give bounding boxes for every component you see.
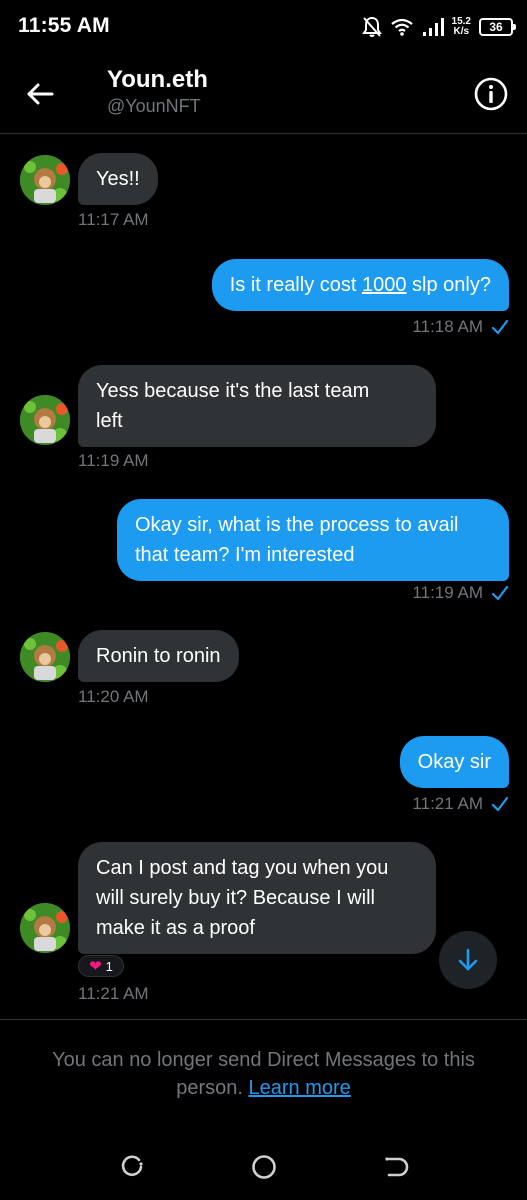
back-nav-button[interactable]	[381, 1152, 411, 1182]
message-line: Okay sir, what is the process to avail	[135, 514, 459, 536]
notice-text: person.	[176, 1077, 243, 1099]
status-icons: 15.2 K/s 36	[361, 13, 516, 41]
message-text: Okay sir	[417, 751, 491, 773]
reaction-count: 1	[105, 958, 113, 974]
network-speed-unit: K/s	[453, 26, 470, 37]
display-name: Youn.eth	[107, 66, 208, 93]
recents-icon	[121, 1155, 143, 1177]
back-nav-icon	[385, 1157, 409, 1177]
scroll-to-bottom-button[interactable]	[439, 931, 497, 989]
dm-disabled-notice: You can no longer send Direct Messages t…	[30, 1046, 497, 1102]
message-number-link[interactable]: 1000	[362, 274, 407, 296]
status-time: 11:55 AM	[18, 14, 110, 37]
avatar[interactable]	[20, 395, 70, 445]
message-bubble-outgoing[interactable]: Okay sir, what is the process to avail t…	[117, 499, 509, 581]
battery-icon: 36	[479, 18, 516, 36]
message-bubble-outgoing[interactable]: Is it really cost 1000 slp only?	[211, 259, 509, 311]
conversation-header: Youn.eth @YounNFT	[0, 52, 527, 134]
learn-more-link[interactable]: Learn more	[249, 1077, 351, 1099]
avatar[interactable]	[20, 155, 70, 205]
message-time: 11:21 AM	[412, 794, 483, 813]
message-text: Is it really cost	[229, 274, 362, 296]
home-icon	[252, 1155, 276, 1179]
message-text: Ronin to ronin	[96, 645, 221, 667]
home-button[interactable]	[249, 1152, 279, 1182]
message-time: 11:19 AM	[78, 451, 149, 470]
recents-button[interactable]	[117, 1152, 147, 1182]
message-time: 11:19 AM	[412, 583, 483, 602]
read-check-icon	[491, 585, 509, 601]
battery-level: 36	[489, 20, 503, 34]
heart-icon: ❤	[89, 957, 102, 975]
message-text: Yes!!	[96, 168, 140, 190]
avatar[interactable]	[20, 903, 70, 953]
arrow-down-icon	[458, 948, 478, 971]
message-line: make it as a proof	[96, 917, 255, 939]
wifi-icon	[390, 18, 413, 36]
status-bar: 11:55 AM 15.2 K/s 36	[0, 0, 527, 52]
message-time: 11:17 AM	[78, 210, 149, 229]
message-meta: 11:19 AM	[412, 583, 509, 603]
back-arrow-icon	[27, 83, 54, 105]
signal-icon	[422, 18, 444, 36]
divider	[0, 1019, 527, 1020]
message-line: left	[96, 410, 123, 432]
message-line: Yess because it's the last team	[96, 380, 370, 402]
message-time: 11:18 AM	[412, 317, 483, 336]
avatar[interactable]	[20, 632, 70, 682]
read-check-icon	[491, 796, 509, 812]
conversation-title[interactable]: Youn.eth @YounNFT	[107, 66, 208, 117]
network-speed: 15.2 K/s	[452, 17, 471, 37]
message-bubble-incoming[interactable]: Yes!!	[78, 153, 158, 205]
message-line: Can I post and tag you when you	[96, 857, 389, 879]
avatar-image	[20, 632, 70, 682]
bell-off-icon	[361, 16, 382, 37]
message-line: that team? I'm interested	[135, 544, 355, 566]
avatar-image	[20, 155, 70, 205]
message-text-tail: slp only?	[406, 274, 491, 296]
info-icon	[474, 77, 508, 111]
message-time: 11:21 AM	[78, 984, 149, 1003]
message-time: 11:20 AM	[78, 687, 149, 706]
info-button[interactable]	[473, 76, 509, 112]
avatar-image	[20, 395, 70, 445]
reaction-badge[interactable]: ❤ 1	[78, 955, 124, 977]
user-handle: @YounNFT	[107, 96, 201, 116]
message-bubble-incoming[interactable]: Can I post and tag you when you will sur…	[78, 842, 436, 954]
notice-line-1: You can no longer send Direct Messages t…	[52, 1049, 475, 1071]
message-bubble-incoming[interactable]: Ronin to ronin	[78, 630, 239, 682]
message-line: will surely buy it? Because I will	[96, 887, 375, 909]
message-bubble-incoming[interactable]: Yess because it's the last team left	[78, 365, 436, 447]
avatar-image	[20, 903, 70, 953]
system-nav-bar	[0, 1130, 527, 1200]
message-bubble-outgoing[interactable]: Okay sir	[399, 736, 509, 788]
notice-line-2: person. Learn more	[30, 1074, 497, 1102]
read-check-icon	[491, 319, 509, 335]
back-button[interactable]	[20, 74, 60, 114]
message-meta: 11:18 AM	[412, 317, 509, 337]
message-meta: 11:21 AM	[412, 794, 509, 814]
